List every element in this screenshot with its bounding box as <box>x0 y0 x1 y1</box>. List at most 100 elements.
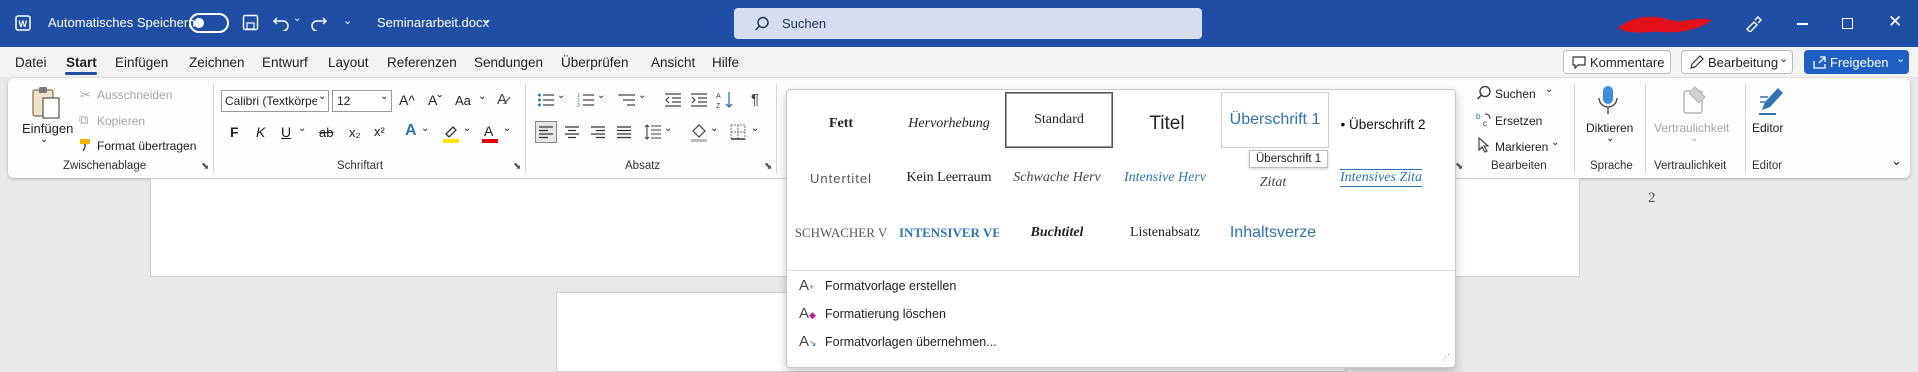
subscript-button[interactable]: x₂ <box>349 125 361 140</box>
menu-apply-styles[interactable]: A↘ Formatvorlagen übernehmen... <box>787 333 1455 355</box>
collapse-ribbon-icon[interactable]: ⌄ <box>1891 153 1902 169</box>
underline-chevron-icon[interactable]: ⌄ <box>298 123 306 134</box>
paste-icon[interactable] <box>30 86 62 120</box>
change-case-chevron-icon[interactable]: ⌄ <box>478 91 486 102</box>
multilevel-chevron-icon[interactable]: ⌄ <box>638 90 646 101</box>
select-cursor-icon[interactable] <box>1477 137 1491 153</box>
borders-chevron-icon[interactable]: ⌄ <box>751 123 759 134</box>
highlight-chevron-icon[interactable]: ⌄ <box>463 123 471 134</box>
editor-pen-icon[interactable] <box>1756 84 1786 118</box>
editing-mode-button[interactable]: Bearbeitung ⌄ <box>1681 50 1793 74</box>
restore-button[interactable] <box>1842 18 1853 29</box>
line-spacing-icon[interactable] <box>644 124 662 140</box>
borders-icon[interactable] <box>730 124 746 140</box>
superscript-button[interactable]: x² <box>374 124 385 139</box>
replace-label[interactable]: Ersetzen <box>1495 114 1542 128</box>
bullets-icon[interactable] <box>537 92 555 108</box>
tab-zeichnen[interactable]: Zeichnen <box>189 55 245 70</box>
replace-icon[interactable]: bc <box>1476 111 1492 127</box>
minimize-button[interactable] <box>1797 23 1808 25</box>
undo-icon[interactable] <box>272 14 290 31</box>
word-app-icon[interactable]: W <box>15 15 31 31</box>
justify-icon[interactable] <box>616 125 632 139</box>
cut-label[interactable]: Ausschneiden <box>97 88 172 102</box>
font-color-chevron-icon[interactable]: ⌄ <box>503 123 511 134</box>
find-icon[interactable] <box>1476 85 1492 101</box>
underline-button[interactable]: U <box>281 124 291 140</box>
document-name-chevron-icon[interactable]: ⌄ <box>482 12 492 26</box>
dictate-chevron-icon[interactable]: ⌄ <box>1606 133 1614 144</box>
style-fett[interactable]: Fett <box>787 98 895 150</box>
font-launcher-icon[interactable]: ⬊ <box>513 161 521 172</box>
tab-start[interactable]: Start <box>66 55 97 70</box>
microphone-icon[interactable] <box>1596 84 1620 118</box>
save-icon[interactable] <box>242 14 259 31</box>
style-standard[interactable]: Standard <box>1005 92 1113 148</box>
redo-icon[interactable] <box>310 14 328 31</box>
menu-clear-formatting[interactable]: A◆ Formatierung löschen <box>787 305 1455 327</box>
shading-chevron-icon[interactable]: ⌄ <box>710 123 718 134</box>
clear-all-formatting-icon[interactable]: A̷ <box>497 91 507 108</box>
font-name-box[interactable]: Calibri (Textkörpe ⌄ <box>221 90 329 112</box>
style-schwacher-verweis[interactable]: SCHWACHER V <box>787 207 895 259</box>
increase-indent-icon[interactable] <box>690 92 708 108</box>
designer-pen-icon[interactable] <box>1744 14 1762 32</box>
clipboard-launcher-icon[interactable]: ⬊ <box>201 161 209 172</box>
tab-datei[interactable]: Datei <box>15 55 47 70</box>
style-inhaltsverzeichnis[interactable]: Inhaltsverze <box>1219 207 1327 259</box>
style-schwache-hervorhebung[interactable]: Schwache Herv <box>1003 152 1111 204</box>
font-color-icon[interactable]: A <box>481 123 499 144</box>
tab-referenzen[interactable]: Referenzen <box>387 55 457 70</box>
find-label[interactable]: Suchen <box>1495 87 1536 101</box>
text-effects-icon[interactable]: A <box>405 122 417 140</box>
highlight-color-icon[interactable] <box>442 124 460 144</box>
decrease-indent-icon[interactable] <box>664 92 682 108</box>
tab-einfuegen[interactable]: Einfügen <box>115 55 168 70</box>
autosave-toggle[interactable] <box>189 13 229 33</box>
bullets-chevron-icon[interactable]: ⌄ <box>557 90 565 101</box>
style-hervorhebung[interactable]: Hervorhebung <box>895 98 1003 150</box>
tab-layout[interactable]: Layout <box>328 55 369 70</box>
strikethrough-button[interactable]: ab <box>319 125 333 140</box>
text-effects-chevron-icon[interactable]: ⌄ <box>421 123 429 134</box>
shrink-font-button[interactable]: Aˇ <box>428 92 442 108</box>
style-buchtitel[interactable]: Buchtitel <box>1003 207 1111 259</box>
style-untertitel[interactable]: Untertitel <box>787 152 895 204</box>
style-intensive-hervorhebung[interactable]: Intensive Herv <box>1111 152 1219 204</box>
styles-launcher-icon[interactable]: ⬊ <box>1455 161 1463 172</box>
tab-sendungen[interactable]: Sendungen <box>474 55 543 70</box>
style-intensives-zitat[interactable]: Intensives Zita <box>1327 152 1435 204</box>
find-chevron-icon[interactable]: ⌄ <box>1545 84 1553 95</box>
font-size-box[interactable]: 12 ⌄ <box>332 90 392 112</box>
style-ueberschrift-2[interactable]: • Überschrift 2 <box>1329 98 1437 150</box>
paragraph-launcher-icon[interactable]: ⬊ <box>764 161 772 172</box>
paste-chevron-icon[interactable]: ⌄ <box>40 134 48 145</box>
tab-entwurf[interactable]: Entwurf <box>262 55 308 70</box>
align-right-icon[interactable] <box>590 125 606 139</box>
select-chevron-icon[interactable]: ⌄ <box>1551 137 1559 148</box>
change-case-button[interactable]: Aa <box>455 93 471 108</box>
grow-font-button[interactable]: A^ <box>399 92 415 108</box>
tab-ueberpruefen[interactable]: Überprüfen <box>561 55 629 70</box>
document-name[interactable]: Seminararbeit.docx <box>377 15 489 30</box>
show-formatting-marks-icon[interactable]: ¶ <box>751 91 759 108</box>
style-kein-leerraum[interactable]: Kein Leerraum <box>895 152 1003 204</box>
sort-icon[interactable]: AZ <box>716 90 734 110</box>
align-center-icon[interactable] <box>564 125 580 139</box>
italic-button[interactable]: K <box>256 124 265 140</box>
style-titel[interactable]: Titel <box>1113 98 1221 150</box>
menu-create-style[interactable]: A+ Formatvorlage erstellen <box>787 277 1455 299</box>
style-ueberschrift-1[interactable]: Überschrift 1 <box>1221 92 1329 148</box>
numbering-chevron-icon[interactable]: ⌄ <box>597 90 605 101</box>
share-button[interactable]: Freigeben ⌄ <box>1804 50 1909 74</box>
select-label[interactable]: Markieren <box>1495 140 1548 154</box>
multilevel-list-icon[interactable] <box>618 92 636 108</box>
close-button[interactable]: ✕ <box>1888 12 1902 32</box>
shading-icon[interactable] <box>690 122 708 142</box>
line-spacing-chevron-icon[interactable]: ⌄ <box>664 123 672 134</box>
style-intensiver-verweis[interactable]: INTENSIVER VE <box>895 207 1003 259</box>
customize-toolbar-icon[interactable]: ⌄ <box>343 14 352 27</box>
format-painter-label[interactable]: Format übertragen <box>97 139 196 153</box>
copy-label[interactable]: Kopieren <box>97 114 145 128</box>
undo-dropdown-icon[interactable]: ⌄ <box>293 13 301 24</box>
